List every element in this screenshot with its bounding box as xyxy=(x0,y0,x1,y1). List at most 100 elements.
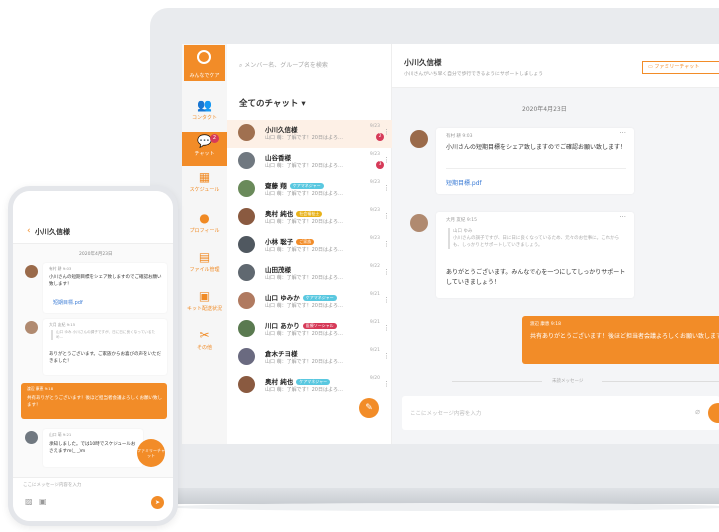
avatar xyxy=(238,376,255,393)
app-logo[interactable]: みんなでケア xyxy=(184,45,225,81)
chat-preview: 山口 萌：了解です！20日はよろ… xyxy=(265,247,343,253)
chat-date: 9/21 xyxy=(369,348,380,353)
chat-name: 齋藤 翔ケアマネジャー xyxy=(265,180,324,190)
chat-filter-dropdown[interactable]: 全てのチャット ▾ xyxy=(239,97,306,109)
more-icon[interactable]: ⋮ xyxy=(383,128,390,136)
chat-list-item[interactable]: 山谷香様 山口 萌：了解です！20日はよろ… 9/23 3 ⋮ xyxy=(227,148,392,176)
chat-list-item[interactable]: 山口 ゆみか ケアマネジャー 山口 萌：了解です！20日はよろ… 9/21 ⋮ xyxy=(227,288,392,316)
search-icon: ⌕ xyxy=(239,62,243,69)
message-bubble: 山口 萌 9:21 承知しました。では10時でスケジュールおさえますm(_ _)… xyxy=(43,429,143,467)
message-bubble: 大月 友紀 9:15 ··· 山口 ゆみ 小川さんの調子ですが、日に日に良くなっ… xyxy=(436,212,634,298)
role-tag: ケアマネジャー xyxy=(296,379,331,385)
family-chat-fab[interactable]: ファミリーチャット xyxy=(137,439,165,467)
more-icon[interactable]: ⋮ xyxy=(383,380,390,388)
file-attachment-link[interactable]: 短期目標.pdf xyxy=(53,299,83,306)
avatar xyxy=(25,431,38,444)
rail-item-kit-delivery[interactable]: ▣ キット配送状況 xyxy=(182,287,227,321)
file-attachment-link[interactable]: 短期目標.pdf xyxy=(446,178,482,187)
chat-list-item[interactable]: 小川久信様 山口 萌：了解です！20日はよろ… 9/23 2 ⋮ xyxy=(227,120,392,148)
rail-item-label: ファイル管理 xyxy=(189,267,220,273)
send-button[interactable] xyxy=(708,403,719,423)
avatar xyxy=(410,214,428,232)
unread-divider-right xyxy=(602,381,719,382)
more-icon[interactable]: ⋮ xyxy=(383,296,390,304)
chat-preview: 山口 萌：了解です！20日はよろ… xyxy=(265,303,343,309)
more-icon[interactable]: ··· xyxy=(619,213,626,221)
message-meta: 山口 萌 9:21 xyxy=(49,432,72,437)
rail-item-contact[interactable]: 👥 コンタクト xyxy=(182,96,227,130)
more-icon[interactable]: ⋮ xyxy=(383,352,390,360)
image-icon[interactable]: ▨ xyxy=(25,497,33,506)
chat-list-item[interactable]: 小林 聡子 ご家族 山口 萌：了解です！20日はよろ… 9/23 ⋮ xyxy=(227,232,392,260)
rail-item-label: その他 xyxy=(196,345,212,351)
family-chat-fab-label: ファミリーチャット xyxy=(137,448,165,458)
chat-list-item[interactable]: 奥村 純也 ケアマネジャー 山口 萌：了解です！20日はよろ… 9/20 ⋮ xyxy=(227,372,392,400)
avatar xyxy=(238,348,255,365)
chat-date: 9/21 xyxy=(369,320,380,325)
chat-list-item[interactable]: 奥村 純也 社会福祉士 山口 萌：了解です！20日はよろ… 9/23 ⋮ xyxy=(227,204,392,232)
message-input[interactable]: ここにメッセージ内容を入力 ⌀ xyxy=(402,396,719,430)
chat-name: 小林 聡子 ご家族 xyxy=(265,236,315,246)
chat-name-text: 小林 聡子 xyxy=(265,238,294,246)
chat-name: 奥村 純也 ケアマネジャー xyxy=(265,376,331,386)
message-text: 承知しました。では10時でスケジュールおさえますm(_ _)m xyxy=(49,442,136,454)
chat-name-text: 奥村 純也 xyxy=(265,378,294,386)
message-meta: 有村 耕 9:03 xyxy=(49,266,72,271)
laptop-base xyxy=(150,488,719,504)
rail-item-profile[interactable]: ● プロフィール xyxy=(182,209,227,243)
date-separator: 2020年4月23日 xyxy=(79,252,113,257)
phone-send-button[interactable]: ➤ xyxy=(151,496,164,509)
back-icon[interactable]: ‹ xyxy=(27,226,31,236)
chat-name: 山谷香様 xyxy=(265,152,291,162)
chat-name-text: 川口 あかり xyxy=(265,322,300,330)
more-icon[interactable]: ⋮ xyxy=(383,212,390,220)
family-chat-button[interactable]: ▭ ファミリーチャット xyxy=(642,61,719,74)
more-icon[interactable]: ⋮ xyxy=(383,156,390,164)
unread-label: 未読メッセージ xyxy=(552,379,584,384)
chat-preview: 山口 萌：了解です！20日はよろ… xyxy=(265,163,343,169)
new-chat-button[interactable]: ✎ xyxy=(359,398,379,418)
calendar-icon: ▦ xyxy=(198,170,211,184)
chat-preview: 山口 萌：了解です！20日はよろ… xyxy=(265,191,343,197)
quoted-message: 山口 ゆみ 小川さんの調子ですが、日に日に良くなっているため、元々のお仕事に。こ… xyxy=(448,228,624,249)
side-rail: みんなでケア 👥 コンタクト 💬 チャット 2 ▦ スケジュール ● プロフィー… xyxy=(182,44,227,444)
chat-date: 9/23 xyxy=(369,124,380,129)
message-input-placeholder: ここにメッセージ内容を入力 xyxy=(410,411,482,417)
chat-name: 山口 ゆみか ケアマネジャー xyxy=(265,292,337,302)
quoted-text: 小川さんの調子ですが、日に日に良くなっているため、元々のお仕事に。これからも、し… xyxy=(453,236,620,248)
own-message-bubble: 渡辺 康恵 9:18 共有ありがとうございます！後ほど担当者会議よろしくお願い致… xyxy=(21,383,167,419)
more-icon[interactable]: ⋮ xyxy=(383,268,390,276)
unread-divider-left xyxy=(452,381,542,382)
chat-date: 9/22 xyxy=(369,264,380,269)
cat-face-icon xyxy=(197,50,211,64)
own-message-bubble: 渡辺 康恵 9:18 共有ありがとうございます！後ほど担当者会議よろしくお願い致… xyxy=(522,316,719,364)
chat-list-item[interactable]: 川口 あかり 医療ソーシャル 山口 萌：了解です！20日はよろ… 9/21 ⋮ xyxy=(227,316,392,344)
phone-message-input[interactable]: ここにメッセージ内容を入力 xyxy=(13,477,173,491)
avatar xyxy=(238,236,255,253)
chat-list-item[interactable]: 山田茂様 山口 萌：了解です！20日はよろ… 9/22 ⋮ xyxy=(227,260,392,288)
more-icon[interactable]: ⋮ xyxy=(383,240,390,248)
avatar xyxy=(238,152,255,169)
more-icon[interactable]: ⋮ xyxy=(383,184,390,192)
chat-list-panel: ⌕ メンバー名、グループ名を検索 全てのチャット ▾ 小川久信様 山口 萌：了解… xyxy=(227,44,392,444)
search-input[interactable]: ⌕ メンバー名、グループ名を検索 xyxy=(239,60,328,70)
message-bubble: 有村 耕 9:03 ··· 小川さんの短期目標をシェア致しますのでご確認お願い致… xyxy=(436,128,634,194)
rail-item-other[interactable]: ✂ その他 xyxy=(182,326,227,360)
phone-header: ‹ 小川久信様 xyxy=(13,191,173,244)
attach-icon[interactable]: ⌀ xyxy=(695,407,700,416)
rail-item-chat[interactable]: 💬 チャット 2 xyxy=(182,132,227,166)
rail-item-files[interactable]: ▤ ファイル管理 xyxy=(182,248,227,282)
date-separator: 2020年4月23日 xyxy=(522,106,567,113)
chat-list-item[interactable]: 倉木チヨ様 山口 萌：了解です！20日はよろ… 9/21 ⋮ xyxy=(227,344,392,372)
camera-icon[interactable]: ▣ xyxy=(39,497,47,506)
avatar xyxy=(238,208,255,225)
quoted-author: 山口 ゆみ xyxy=(453,229,473,234)
more-icon[interactable]: ⋮ xyxy=(383,324,390,332)
rail-item-schedule[interactable]: ▦ スケジュール xyxy=(182,168,227,202)
chat-name-text: 齋藤 翔 xyxy=(265,182,287,190)
chat-preview: 山口 萌：了解です！20日はよろ… xyxy=(265,331,343,337)
more-icon[interactable]: ··· xyxy=(619,129,626,137)
chat-list-item[interactable]: 齋藤 翔ケアマネジャー 山口 萌：了解です！20日はよろ… 9/23 ⋮ xyxy=(227,176,392,204)
desktop-app-screen: みんなでケア 👥 コンタクト 💬 チャット 2 ▦ スケジュール ● プロフィー… xyxy=(182,44,719,444)
chat-name: 川口 あかり 医療ソーシャル xyxy=(265,320,337,330)
